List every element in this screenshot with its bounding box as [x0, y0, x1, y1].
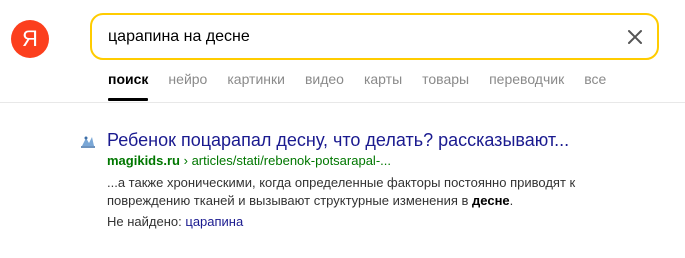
logo-letter: Я [22, 26, 38, 51]
tab-maps[interactable]: карты [364, 71, 402, 91]
result-path-link[interactable]: articles/stati/rebenok-potsarapal-... [192, 153, 391, 168]
snippet-highlight: десне [472, 193, 510, 208]
tab-images[interactable]: картинки [227, 71, 285, 91]
tab-video[interactable]: видео [305, 71, 344, 91]
snippet-end: . [509, 193, 514, 208]
not-found-line: Не найдено: царапина [107, 214, 243, 229]
result-domain-link[interactable]: magikids.ru [107, 153, 180, 168]
search-input[interactable] [108, 27, 588, 47]
url-separator: › [183, 153, 188, 168]
not-found-term-link[interactable]: царапина [185, 214, 243, 229]
not-found-label: Не найдено: [107, 214, 182, 229]
tab-all[interactable]: все [584, 71, 606, 91]
search-tabs: поиск нейро картинки видео карты товары … [108, 71, 606, 101]
magikids-favicon-icon [80, 135, 96, 149]
result-title-link[interactable]: Ребенок поцарапал десну, что делать? рас… [107, 130, 569, 151]
result-url: magikids.ru › articles/stati/rebenok-pot… [107, 153, 391, 168]
result-snippet: ...а также хроническими, когда определен… [107, 174, 647, 210]
header-divider [0, 102, 685, 103]
tab-translator[interactable]: переводчик [489, 71, 564, 91]
tab-neuro[interactable]: нейро [168, 71, 207, 91]
yandex-logo[interactable]: Я [11, 20, 49, 58]
close-icon[interactable] [623, 25, 647, 49]
search-box[interactable] [90, 13, 659, 60]
tab-search[interactable]: поиск [108, 71, 149, 101]
tab-products[interactable]: товары [422, 71, 469, 91]
